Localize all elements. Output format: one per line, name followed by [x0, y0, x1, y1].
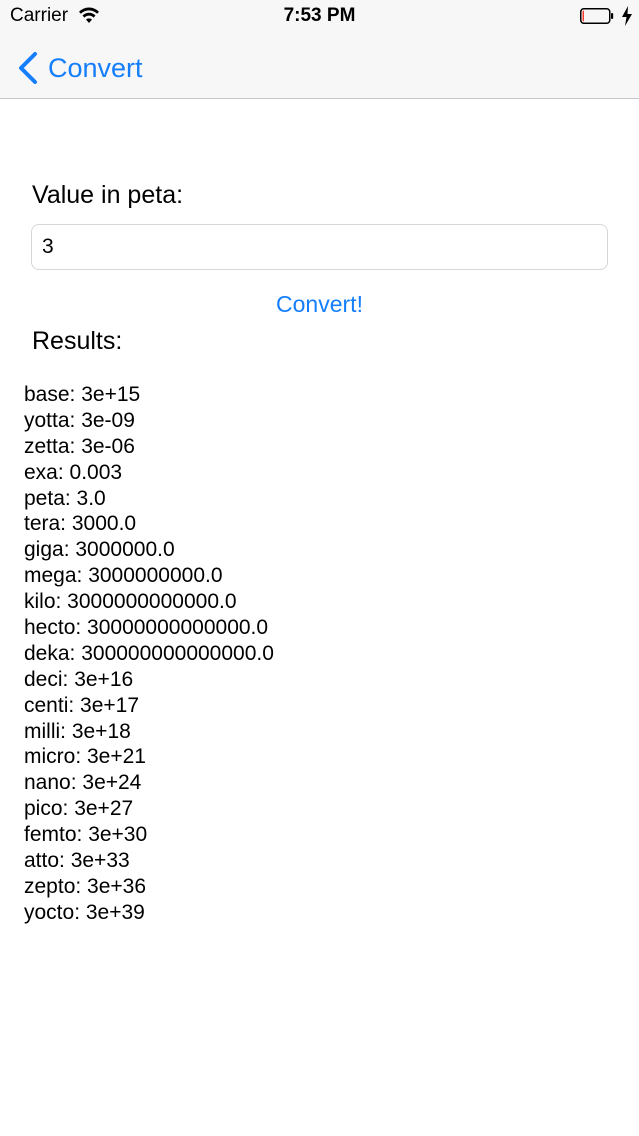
result-item: exa: 0.003: [24, 460, 123, 484]
result-item: deka: 300000000000000.0: [24, 641, 274, 665]
result-item: deci: 3e+16: [24, 667, 134, 691]
result-item: peta: 3.0: [24, 486, 106, 510]
charging-bolt-icon: [622, 6, 632, 26]
result-item: hecto: 30000000000000.0: [24, 616, 269, 640]
converter-screen: Carrier 7:53 PM Convert Value in peta: C…: [0, 0, 639, 1136]
result-item: mega: 3000000000.0: [24, 564, 223, 588]
status-time: 7:53 PM: [283, 5, 356, 26]
result-item: zetta: 3e-06: [24, 434, 135, 458]
value-input[interactable]: [31, 224, 608, 270]
status-bar: Carrier 7:53 PM: [0, 0, 639, 40]
result-item: yocto: 3e+39: [24, 900, 145, 924]
result-item: base: 3e+15: [24, 383, 141, 406]
value-label: Value in peta:: [32, 181, 184, 209]
result-item: kilo: 3000000000000.0: [24, 590, 237, 614]
back-button[interactable]: Convert: [16, 50, 143, 86]
results-label: Results:: [32, 327, 123, 355]
result-item: tera: 3000.0: [24, 512, 137, 536]
result-item: yotta: 3e-09: [24, 408, 135, 432]
result-item: giga: 3000000.0: [24, 538, 175, 562]
result-item: centi: 3e+17: [24, 693, 140, 717]
chevron-left-icon: [19, 52, 37, 84]
battery-icon: [580, 8, 614, 24]
results-list: base: 3e+15 yotta: 3e-09 zetta: 3e-06 ex…: [24, 382, 274, 926]
result-item: zepto: 3e+36: [24, 874, 147, 898]
result-item: pico: 3e+27: [24, 797, 134, 821]
convert-button[interactable]: Convert!: [0, 291, 639, 318]
result-item: atto: 3e+33: [24, 849, 130, 873]
result-item: milli: 3e+18: [24, 719, 131, 743]
back-button-label: Convert: [48, 52, 143, 83]
result-item: nano: 3e+24: [24, 771, 142, 795]
navigation-bar: Convert: [0, 40, 639, 99]
result-item: micro: 3e+21: [24, 745, 146, 769]
result-item: femto: 3e+30: [24, 823, 148, 847]
